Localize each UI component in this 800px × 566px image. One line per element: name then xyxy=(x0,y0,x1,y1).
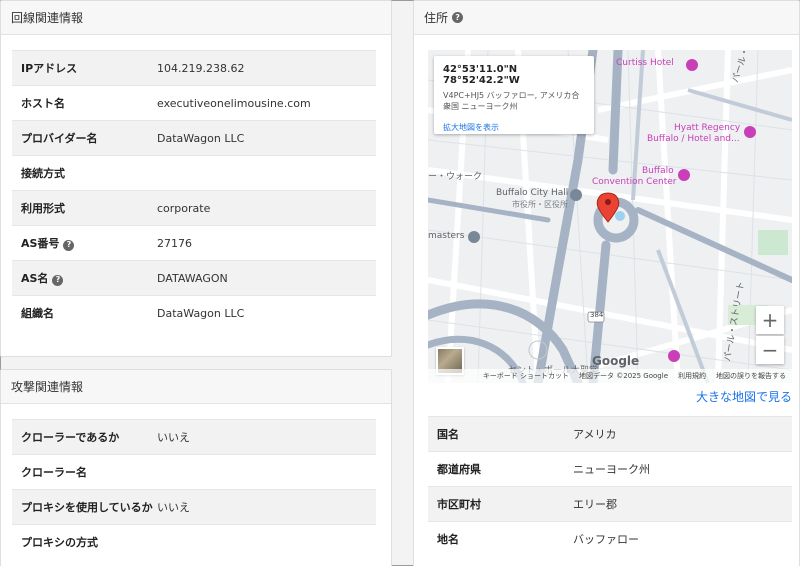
table-row: プロバイダー名 DataWagon LLC xyxy=(12,120,376,156)
map-data-attribution: 地図データ ©2025 Google xyxy=(579,372,668,380)
row-label: 地名 xyxy=(437,533,459,547)
zoom-in-button[interactable]: + xyxy=(756,306,784,334)
map-label-cityhall-jp: 市役所・区役所 xyxy=(512,200,568,209)
google-logo: Google xyxy=(592,354,640,368)
map-label-cityhall[interactable]: Buffalo City Hall xyxy=(496,188,568,198)
address-header: 住所 ? xyxy=(414,1,799,35)
table-row: 組織名 DataWagon LLC xyxy=(12,295,376,331)
row-label: 市区町村 xyxy=(437,498,481,511)
row-value: 104.219.238.62 xyxy=(157,50,376,86)
row-label: ホスト名 xyxy=(21,97,65,110)
table-row: 利用形式 corporate xyxy=(12,190,376,226)
row-label: 組織名 xyxy=(21,307,54,321)
address-title: 住所 xyxy=(424,11,449,25)
table-row: 都道府県 ニューヨーク州 xyxy=(428,451,792,487)
map-address-line-2: 衆国 ニューヨーク州 xyxy=(443,101,518,111)
row-value: アメリカ xyxy=(573,416,792,452)
row-value: いいえ xyxy=(157,419,376,455)
table-row: プロキシの方式 xyxy=(12,524,376,560)
table-row: 市区町村 エリー郡 xyxy=(428,486,792,522)
table-row: 接続方式 xyxy=(12,155,376,191)
table-row: 地名 バッファロー xyxy=(428,521,792,557)
row-label: プロキシを使用しているか xyxy=(21,501,153,514)
larger-map-link[interactable]: 拡大地図を表示 xyxy=(443,122,585,133)
row-value xyxy=(157,155,376,191)
row-value xyxy=(157,454,376,490)
terms-link[interactable]: 利用規約 xyxy=(678,371,706,381)
row-value: 27176 xyxy=(157,225,376,261)
row-label: 利用形式 xyxy=(21,202,65,215)
row-value: corporate xyxy=(157,190,376,226)
help-icon[interactable]: ? xyxy=(452,12,464,23)
line-info-panel: 回線関連情報 IPアドレス 104.219.238.62 ホスト名 executiv… xyxy=(0,0,392,357)
row-value: ニューヨーク州 xyxy=(573,451,792,487)
row-value: DataWagon LLC xyxy=(157,295,376,331)
table-row: プロキシを使用しているか いいえ xyxy=(12,489,376,525)
row-label: クローラー名 xyxy=(21,466,87,479)
table-row: ホスト名 executiveonelimousine.com xyxy=(12,85,376,121)
row-value: DATAWAGON xyxy=(157,260,376,296)
row-label: クローラーであるか xyxy=(21,431,120,444)
row-value: バッファロー xyxy=(573,521,792,557)
row-label: プロバイダー名 xyxy=(21,132,98,145)
table-row: 国名 アメリカ xyxy=(428,416,792,452)
map-label-masters[interactable]: masters xyxy=(428,231,464,241)
keyboard-shortcuts-link[interactable]: キーボード ショートカット xyxy=(483,371,569,381)
table-row: AS番号? 27176 xyxy=(12,225,376,261)
row-label: 接続方式 xyxy=(21,167,65,180)
map-address-line-1: V4PC+HJ5 バッファロー, アメリカ合 xyxy=(443,91,580,100)
address-table-wrap: 国名 アメリカ 都道府県 ニューヨーク州 市区町村 エリー郡 地名 バッファロー xyxy=(428,416,792,557)
row-value: DataWagon LLC xyxy=(157,120,376,156)
row-value xyxy=(157,524,376,560)
route-shield-label: 384 xyxy=(590,311,604,319)
table-row: AS名? DATAWAGON xyxy=(12,260,376,296)
zoom-out-button[interactable]: − xyxy=(756,336,784,364)
map-label-hyatt-1[interactable]: Hyatt Regency xyxy=(674,123,740,133)
map-coords: 42°53'11.0"N 78°52'42.2"W xyxy=(443,64,520,86)
table-row: クローラー名 xyxy=(12,454,376,490)
row-value: executiveonelimousine.com xyxy=(157,85,376,121)
attack-info-title: 攻撃関連情報 xyxy=(11,380,84,394)
view-larger-map-link[interactable]: 大きな地図で見る xyxy=(696,388,792,405)
table-row: IPアドレス 104.219.238.62 xyxy=(12,50,376,86)
map-view[interactable]: Curtiss Hotel Hyatt Regency Buffalo / Ho… xyxy=(428,50,792,383)
row-label: 国名 xyxy=(437,428,459,441)
map-label-convention-2[interactable]: Convention Center xyxy=(592,177,676,187)
attack-info-panel: 攻撃関連情報 クローラーであるか いいえ クローラー名 プロキシを使用しているかい… xyxy=(0,369,392,566)
row-label: AS番号 xyxy=(21,237,60,250)
row-value: いいえ xyxy=(157,489,376,525)
map-footer: キーボード ショートカット 地図データ ©2025 Google 利用規約 地図… xyxy=(428,369,792,383)
row-label: AS名 xyxy=(21,272,49,285)
help-icon[interactable]: ? xyxy=(52,274,64,286)
row-label: 都道府県 xyxy=(437,463,481,476)
map-label-curtiss[interactable]: Curtiss Hotel xyxy=(616,58,674,68)
map-label-walk: ー・ウォーク xyxy=(428,172,483,182)
row-value: エリー郡 xyxy=(573,486,792,522)
help-icon[interactable]: ? xyxy=(63,239,75,251)
attack-info-table: クローラーであるか いいえ クローラー名 プロキシを使用しているか いいえ プロキシ… xyxy=(12,419,376,560)
row-label: プロキシの方式 xyxy=(21,536,98,550)
row-label: IPアドレス xyxy=(21,62,78,75)
line-info-table: IPアドレス 104.219.238.62 ホスト名 executiveonelim… xyxy=(12,50,376,331)
report-error-link[interactable]: 地図の誤りを報告する xyxy=(716,371,786,381)
attack-info-header: 攻撃関連情報 xyxy=(1,370,391,404)
map-label-hyatt-2[interactable]: Buffalo / Hotel and... xyxy=(647,134,740,144)
map-info-card: 42°53'11.0"N 78°52'42.2"W V4PC+HJ5 バッファロ… xyxy=(434,56,594,134)
table-row: クローラーであるか いいえ xyxy=(12,419,376,455)
line-info-title: 回線関連情報 xyxy=(11,11,84,25)
address-table: 国名 アメリカ 都道府県 ニューヨーク州 市区町村 エリー郡 地名 バッファロー xyxy=(428,416,792,557)
map-label-convention-1[interactable]: Buffalo xyxy=(642,166,674,176)
line-info-header: 回線関連情報 xyxy=(1,1,391,35)
